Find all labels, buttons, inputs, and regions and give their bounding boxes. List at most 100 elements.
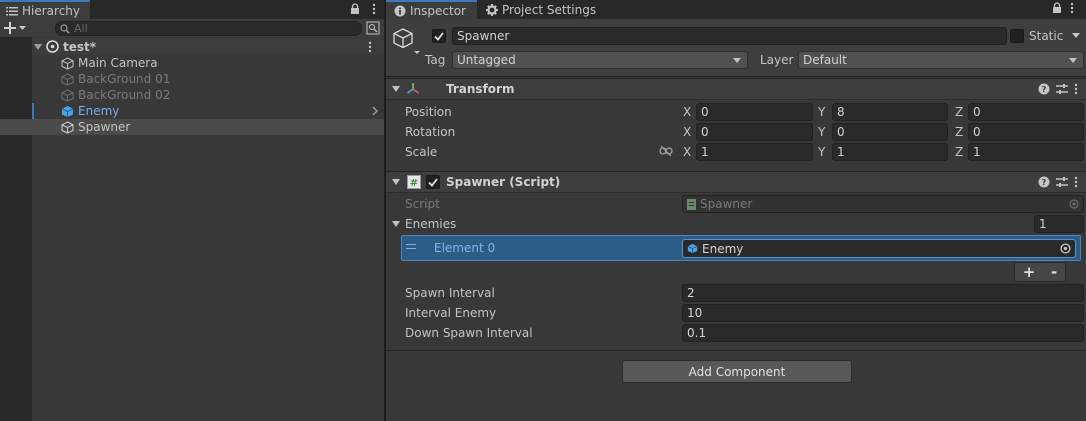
spawner-script-header[interactable]: # Spawner (Script) ? [386,171,1086,193]
drag-handle-icon[interactable] [406,244,416,250]
tab-hierarchy[interactable]: Hierarchy [0,0,90,19]
scale-z-value: 1 [973,145,981,159]
kebab-menu-icon[interactable] [368,2,380,16]
rotation-z-field[interactable]: 0 [968,123,1084,141]
script-enabled-checkbox[interactable] [426,175,440,189]
gameobject-cube-icon [61,72,74,86]
object-name-field[interactable]: Spawner [452,27,1007,45]
list-remove-button[interactable]: - [1051,263,1057,281]
component-header-icons: ? [1038,176,1078,188]
list-add-remove-box: + - [1014,262,1066,282]
scale-label: Scale [405,145,438,159]
chevron-down-icon [733,58,741,63]
script-field: Spawner [682,195,1084,213]
tab-project-settings[interactable]: Project Settings [478,0,608,19]
list-item-element-0[interactable]: Element 0 Enemy [401,235,1081,261]
gameobject-header: Spawner Static Tag Untagged Layer Defaul… [386,19,1086,77]
unity-scene-icon [46,40,59,53]
axis-x-label: X [683,145,692,159]
hierarchy-item-enemy[interactable]: Enemy [32,103,384,119]
position-z-field[interactable]: 0 [968,103,1084,121]
rotation-x-field[interactable]: 0 [696,123,813,141]
script-file-icon [687,198,696,210]
scale-row: Scale X 1 Y 1 Z 1 [386,142,1086,162]
object-picker-icon[interactable] [1060,243,1071,254]
scene-row[interactable]: test* [32,38,384,55]
prefab-cube-icon [61,105,74,118]
axis-x-label: X [683,105,692,119]
scale-y-field[interactable]: 1 [832,143,948,161]
element-0-label: Element 0 [434,241,496,255]
chevron-down-icon [1069,58,1077,63]
foldout-arrow-icon[interactable] [392,179,400,185]
inspector-tabbar: Inspector Project Settings [386,0,1086,19]
add-component-label: Add Component [688,364,786,379]
transform-icon [406,82,420,96]
spawn-interval-value: 2 [687,286,695,300]
object-name-value: Spawner [457,29,510,43]
constrain-proportions-icon[interactable] [659,146,673,156]
component-header-icons: ? [1038,83,1078,95]
list-add-button[interactable]: + [1023,263,1036,281]
hierarchy-list: test* Main Camera BackGround 01 BackGrou… [0,37,384,421]
layer-dropdown[interactable]: Default [798,51,1084,69]
scale-z-field[interactable]: 1 [968,143,1084,161]
kebab-menu-icon[interactable] [1074,176,1078,188]
static-dropdown-icon[interactable] [1072,33,1080,38]
hierarchy-search[interactable] [55,21,362,36]
help-icon[interactable]: ? [1038,176,1050,188]
kebab-menu-icon[interactable] [1074,83,1078,95]
tab-inspector[interactable]: Inspector [386,0,477,19]
hierarchy-item-background-02[interactable]: BackGround 02 [32,87,384,103]
hierarchy-item-spawner[interactable]: Spawner [0,119,384,135]
scale-y-value: 1 [837,145,845,159]
scale-x-field[interactable]: 1 [696,143,813,161]
scene-menu-icon[interactable] [368,41,372,53]
foldout-arrow-icon[interactable] [34,43,42,50]
search-input[interactable] [74,22,354,35]
position-x-field[interactable]: 0 [696,103,813,121]
down-spawn-interval-field[interactable]: 0.1 [682,324,1084,342]
spawn-interval-field[interactable]: 2 [682,284,1084,302]
foldout-arrow-icon[interactable] [392,221,400,227]
element-0-object-field[interactable]: Enemy [682,239,1076,258]
tag-label: Tag [425,53,446,67]
presets-icon[interactable] [1056,83,1068,95]
kebab-menu-icon[interactable] [1070,2,1074,14]
axis-z-label: Z [955,145,964,159]
search-options-icon[interactable] [365,20,381,36]
position-y-value: 8 [837,105,845,119]
chevron-right-icon[interactable] [372,106,378,116]
object-picker-icon [1069,199,1079,209]
tag-value: Untagged [457,53,516,67]
presets-icon[interactable] [1056,176,1068,188]
static-checkbox[interactable] [1010,29,1024,43]
transform-header[interactable]: Transform ? [386,78,1086,100]
enemies-size-field[interactable]: 1 [1034,215,1084,233]
help-icon[interactable]: ? [1038,83,1050,95]
tag-dropdown[interactable]: Untagged [452,51,748,69]
add-component-button[interactable]: Add Component [622,360,852,383]
create-button[interactable] [4,19,36,37]
interval-enemy-row: Interval Enemy 10 [386,303,1086,323]
script-value: Spawner [700,197,753,211]
hierarchy-item-main-camera[interactable]: Main Camera [32,55,384,71]
lock-icon[interactable] [348,2,362,16]
script-icon: # [407,175,421,189]
hierarchy-item-background-01[interactable]: BackGround 01 [32,71,384,87]
axis-y-label: Y [818,105,826,119]
hierarchy-item-label: Main Camera [78,56,158,70]
enemies-row[interactable]: Enemies 1 [386,214,1086,234]
interval-enemy-field[interactable]: 10 [682,304,1084,322]
position-y-field[interactable]: 8 [832,103,948,121]
foldout-arrow-icon[interactable] [392,86,400,92]
tab-project-settings-label: Project Settings [502,2,597,17]
rotation-y-field[interactable]: 0 [832,123,948,141]
interval-enemy-label: Interval Enemy [405,306,497,320]
down-spawn-interval-label: Down Spawn Interval [405,326,533,340]
axis-y-label: Y [818,145,826,159]
active-checkbox[interactable] [432,29,446,43]
component-divider [386,350,1086,351]
lock-icon[interactable] [1052,2,1062,14]
gameobject-icon[interactable] [392,27,420,55]
